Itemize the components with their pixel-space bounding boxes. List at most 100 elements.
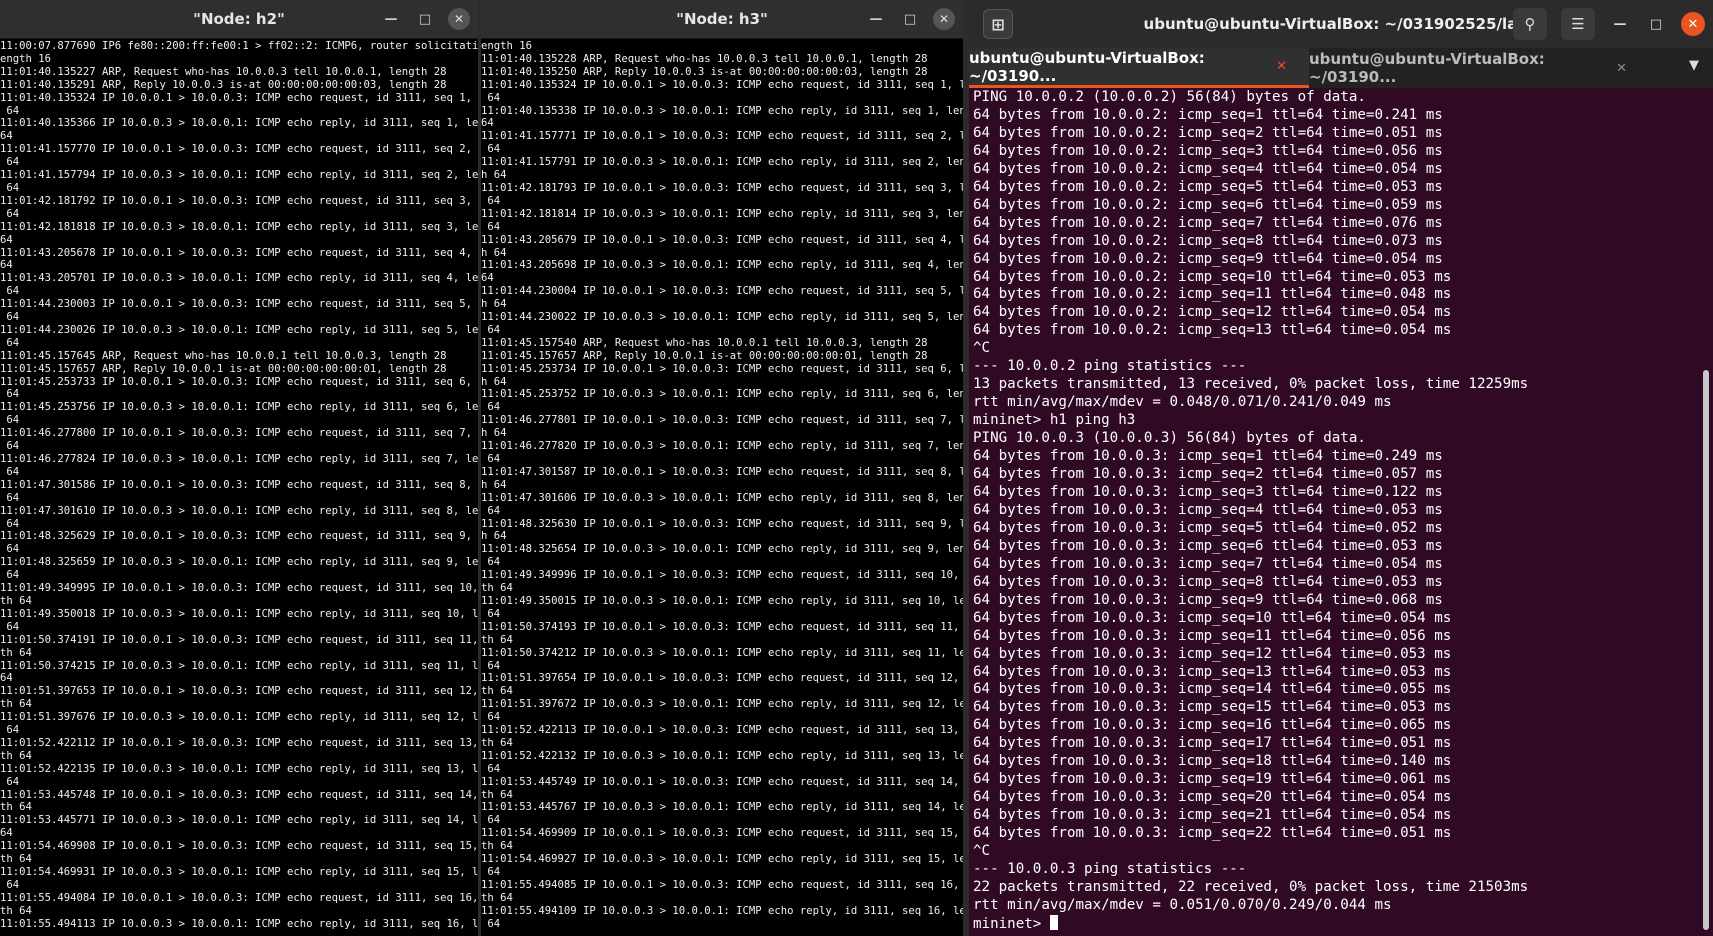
terminal-output[interactable]: ength 16 11:01:40.135228 ARP, Request who…	[481, 39, 963, 936]
terminal-line: 64 bytes from 10.0.0.3: icmp_seq=17 ttl=…	[973, 735, 1452, 752]
terminal-line: PING 10.0.0.3 (10.0.0.3) 56(84) bytes of…	[973, 430, 1366, 447]
terminal-line: ^C	[973, 340, 991, 357]
terminal-line: 64 bytes from 10.0.0.2: icmp_seq=4 ttl=6…	[973, 160, 1443, 177]
xterm-window-h3[interactable]: "Node: h3" — □ ✕ ength 16 11:01:40.135228…	[481, 0, 963, 936]
terminal-line: 11:01:41.157794 IP 10.0.0.3 > 10.0.0.1: …	[0, 169, 478, 182]
terminal-line: 64	[0, 130, 13, 143]
tab-terminal-2[interactable]: ubuntu@ubuntu-VirtualBox: ~/03190... ✕	[1309, 48, 1649, 88]
terminal-line: 64 bytes from 10.0.0.3: icmp_seq=11 ttl=…	[973, 627, 1452, 644]
terminal-line: --- 10.0.0.2 ping statistics ---	[973, 358, 1247, 375]
minimize-icon[interactable]: —	[380, 8, 402, 30]
terminal-line: 11:01:45.253756 IP 10.0.0.3 > 10.0.0.1: …	[0, 401, 478, 414]
terminal-line: 64	[481, 323, 501, 336]
terminal-line: 11:01:46.277824 IP 10.0.0.3 > 10.0.0.1: …	[0, 453, 478, 465]
terminal-line: 64	[0, 181, 20, 194]
terminal-line: 64	[481, 220, 501, 233]
close-icon[interactable]: ✕	[933, 8, 955, 30]
terminal-line: 11:01:45.157540 ARP, Request who-has 10.…	[481, 336, 928, 349]
terminal-line: 11:01:47.301610 IP 10.0.0.3 > 10.0.0.1: …	[0, 504, 478, 517]
hamburger-menu-icon[interactable]: ☰	[1561, 8, 1595, 40]
terminal-line: 64	[481, 556, 501, 569]
new-tab-icon[interactable]: ⊞	[983, 9, 1013, 39]
terminal-output[interactable]: 11:00:07.877690 IP6 fe80::200:ff:fe00:1 …	[0, 39, 478, 936]
close-icon[interactable]: ✕	[1681, 12, 1705, 36]
terminal-line: 11:01:40.135228 ARP, Request who-has 10.…	[481, 52, 928, 65]
terminal-line: 64	[481, 194, 501, 207]
terminal-line: 64	[0, 388, 20, 401]
terminal-line: 64 bytes from 10.0.0.2: icmp_seq=5 ttl=6…	[973, 178, 1443, 195]
terminal-line: 11:01:46.277800 IP 10.0.0.1 > 10.0.0.3: …	[0, 427, 478, 440]
terminal-line: 64 bytes from 10.0.0.2: icmp_seq=11 ttl=…	[973, 286, 1452, 303]
xterm-titlebar[interactable]: "Node: h2" — □ ✕	[0, 0, 478, 39]
terminal-line: 64 bytes from 10.0.0.3: icmp_seq=13 ttl=…	[973, 663, 1452, 680]
terminal-line: 11:01:45.253733 IP 10.0.0.1 > 10.0.0.3: …	[0, 375, 478, 388]
prompt-line[interactable]: mininet>	[973, 914, 1697, 934]
window-title: ubuntu@ubuntu-VirtualBox: ~/031902525/la…	[1143, 15, 1539, 33]
terminal-line: 11:01:52.422112 IP 10.0.0.1 > 10.0.0.3: …	[0, 736, 478, 749]
search-icon[interactable]: ⚲	[1513, 8, 1547, 40]
terminal-line: 64 bytes from 10.0.0.3: icmp_seq=3 ttl=6…	[973, 483, 1443, 500]
shell-prompt: mininet>	[973, 915, 1050, 932]
maximize-icon[interactable]: □	[414, 8, 436, 30]
terminal-line: 64 bytes from 10.0.0.3: icmp_seq=19 ttl=…	[973, 771, 1452, 788]
terminal-line: 11:01:53.445771 IP 10.0.0.3 > 10.0.0.1: …	[0, 814, 478, 827]
terminal-line: 64 bytes from 10.0.0.2: icmp_seq=12 ttl=…	[973, 304, 1452, 321]
terminal-line: 64	[481, 91, 501, 104]
terminal-line: 22 packets transmitted, 22 received, 0% …	[973, 878, 1529, 895]
chevron-down-icon[interactable]: ▼	[1689, 58, 1699, 73]
scrollbar[interactable]	[1703, 370, 1709, 930]
terminal-line: h 64	[481, 375, 507, 388]
terminal-line: 64 bytes from 10.0.0.3: icmp_seq=2 ttl=6…	[973, 466, 1443, 483]
close-icon[interactable]: ✕	[448, 8, 470, 30]
terminal-line: 64	[0, 440, 20, 453]
terminal-line: 11:01:40.135324 IP 10.0.0.1 > 10.0.0.3: …	[0, 91, 478, 104]
close-icon[interactable]: ✕	[1276, 59, 1287, 74]
terminal-line: 64 bytes from 10.0.0.3: icmp_seq=10 ttl=…	[973, 609, 1452, 626]
xterm-window-h2[interactable]: "Node: h2" — □ ✕ 11:00:07.877690 IP6 fe8…	[0, 0, 478, 936]
terminal-line: 64	[481, 453, 501, 465]
terminal-line: 64 bytes from 10.0.0.3: icmp_seq=12 ttl=…	[973, 645, 1452, 662]
headerbar[interactable]: ⊞ ubuntu@ubuntu-VirtualBox: ~/031902525/…	[969, 0, 1713, 48]
minimize-icon[interactable]: —	[1609, 13, 1631, 35]
terminal-line: 64	[0, 465, 20, 478]
terminal-line: th 64	[0, 749, 32, 762]
tab-label: ubuntu@ubuntu-VirtualBox: ~/03190...	[969, 48, 1205, 85]
terminal-line: 64 bytes from 10.0.0.2: icmp_seq=7 ttl=6…	[973, 214, 1443, 231]
terminal-line: 11:01:47.301587 IP 10.0.0.1 > 10.0.0.3: …	[481, 465, 963, 478]
terminal-line: 11:01:42.181814 IP 10.0.0.3 > 10.0.0.1: …	[481, 207, 963, 220]
terminal-line: 11:01:45.157645 ARP, Request who-has 10.…	[0, 349, 447, 362]
text-cursor	[1049, 914, 1058, 930]
terminal-line: 64	[0, 775, 20, 788]
terminal-line: 11:01:51.397653 IP 10.0.0.1 > 10.0.0.3: …	[0, 685, 478, 698]
terminal-line: 11:01:54.469927 IP 10.0.0.3 > 10.0.0.1: …	[481, 853, 963, 866]
terminal-line: 11:01:44.230003 IP 10.0.0.1 > 10.0.0.3: …	[0, 298, 478, 311]
terminal-line: 64	[0, 672, 13, 685]
maximize-icon[interactable]: □	[899, 8, 921, 30]
terminal-line: 64	[481, 866, 501, 878]
close-icon[interactable]: ✕	[1616, 61, 1627, 76]
minimize-icon[interactable]: —	[865, 8, 887, 30]
xterm-titlebar[interactable]: "Node: h3" — □ ✕	[481, 0, 963, 39]
terminal-line: 64	[0, 156, 20, 169]
terminal-line: 64 bytes from 10.0.0.3: icmp_seq=18 ttl=…	[973, 753, 1452, 770]
terminal-line: 11:01:48.325659 IP 10.0.0.3 > 10.0.0.1: …	[0, 556, 478, 569]
terminal-line: --- 10.0.0.3 ping statistics ---	[973, 860, 1247, 877]
terminal-line: 64	[481, 401, 501, 414]
terminal-line: 64 bytes from 10.0.0.2: icmp_seq=8 ttl=6…	[973, 232, 1443, 249]
terminal-line: 11:01:48.325654 IP 10.0.0.3 > 10.0.0.1: …	[481, 543, 963, 556]
tab-terminal-1[interactable]: ubuntu@ubuntu-VirtualBox: ~/03190... ✕	[969, 48, 1309, 88]
terminal-line: 11:01:52.422132 IP 10.0.0.3 > 10.0.0.1: …	[481, 749, 963, 762]
terminal-line: 11:01:43.205679 IP 10.0.0.1 > 10.0.0.3: …	[481, 233, 963, 246]
gnome-terminal-window[interactable]: ⊞ ubuntu@ubuntu-VirtualBox: ~/031902525/…	[969, 0, 1713, 936]
terminal-line: 64	[0, 620, 20, 633]
terminal-line: 64	[0, 104, 20, 117]
terminal-line: 64	[481, 917, 501, 930]
terminal-line: 64 bytes from 10.0.0.3: icmp_seq=15 ttl=…	[973, 699, 1452, 716]
terminal-line: 64	[0, 336, 20, 349]
terminal-output[interactable]: PING 10.0.0.2 (10.0.0.2) 56(84) bytes of…	[973, 89, 1697, 936]
terminal-line: 11:01:52.422135 IP 10.0.0.3 > 10.0.0.1: …	[0, 762, 478, 775]
terminal-line: th 64	[481, 891, 513, 904]
maximize-icon[interactable]: □	[1645, 13, 1667, 35]
terminal-line: 11:01:43.205698 IP 10.0.0.3 > 10.0.0.1: …	[481, 259, 963, 272]
terminal-line: 64	[0, 207, 20, 220]
